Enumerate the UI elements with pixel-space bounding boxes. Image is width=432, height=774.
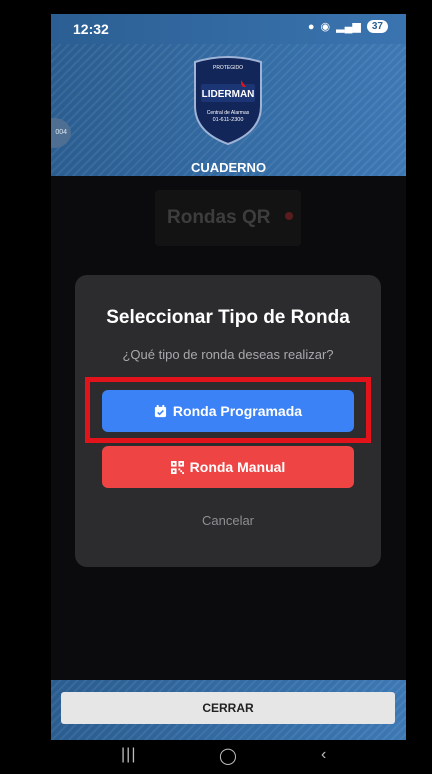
footer-bar: CERRAR [51,680,406,740]
rondas-qr-title: Rondas QR [167,207,271,228]
home-icon[interactable]: ◯ [219,746,237,766]
status-icons: ● ◉ ▂▄▆ 37 [308,20,388,33]
dialog-title: Seleccionar Tipo de Ronda [106,307,350,328]
manual-round-button[interactable]: Ronda Manual [102,446,354,488]
recents-icon[interactable]: ||| [121,746,136,764]
phone-screen: 12:32 ● ◉ ▂▄▆ 37 004 PROTEGIDO LIDERMAN … [51,14,406,774]
signal-icon: ▂▄▆ [336,21,361,33]
back-icon[interactable]: ‹ [321,746,326,764]
logo-brand-text: LIDERMAN [202,89,255,100]
system-navigation-bar: ||| ◯ ‹ [51,740,406,774]
liderman-logo: PROTEGIDO LIDERMAN Central de Alarmas 01… [191,54,265,146]
rondas-qr-card: Rondas QR [155,190,301,246]
status-bar: 12:32 ● ◉ ▂▄▆ 37 [51,14,406,44]
logo-top-text: PROTEGIDO [213,65,243,71]
select-round-type-dialog: Seleccionar Tipo de Ronda ¿Qué tipo de r… [75,275,381,567]
location-icon: ● [307,20,315,33]
app-header: 004 PROTEGIDO LIDERMAN Central de Alarma… [51,44,406,176]
logo-line2: 01-611-2300 [213,117,244,123]
manual-round-label: Ronda Manual [189,459,286,475]
logo-line1: Central de Alarmas [207,110,250,116]
shield-logo-graphic: PROTEGIDO LIDERMAN Central de Alarmas 01… [194,56,262,146]
side-floating-button[interactable]: 004 [51,118,71,148]
dialog-subtitle: ¿Qué tipo de ronda deseas realizar? [122,347,334,362]
cancel-button[interactable]: Cancelar [75,513,381,528]
status-dot-icon [285,212,293,220]
calendar-icon [154,404,166,417]
hotspot-icon: ◉ [320,21,331,33]
header-title: CUADERNO [190,160,267,175]
close-button[interactable]: CERRAR [61,692,395,724]
status-time: 12:32 [73,21,109,37]
qr-icon [170,460,184,474]
scheduled-round-button[interactable]: Ronda Programada [102,390,354,432]
battery-icon: 37 [366,20,388,33]
scheduled-round-label: Ronda Programada [172,403,303,419]
